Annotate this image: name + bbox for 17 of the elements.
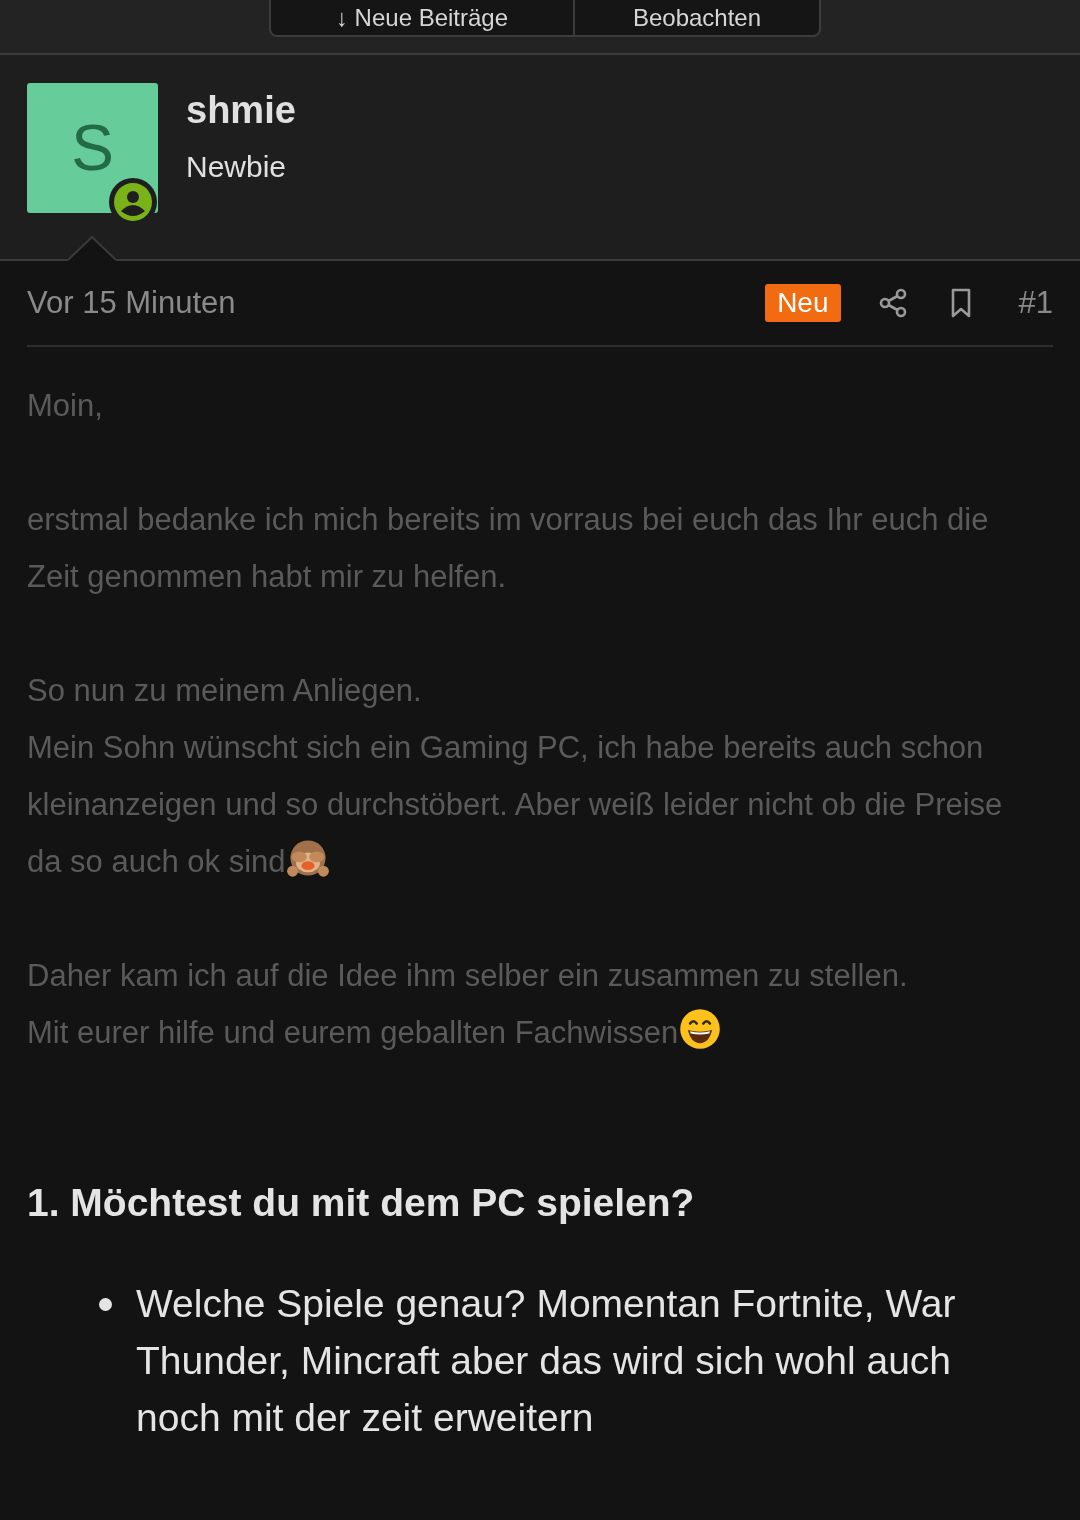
paragraph: Mein Sohn wünscht sich ein Gaming PC, ich habe bereits auch schon kleinanzeigen und so durchstöbert. Aber weiß leider nicht ob die Preise da so auch ok sind bbox=[27, 729, 1004, 882]
list-item-text: Welche Spiele genau? Momentan Fortnite, War Thunder, Mincraft aber das wird sich wohl auch noch mit der zeit erweitern bbox=[136, 1281, 957, 1441]
watch-button[interactable]: Beobachten bbox=[575, 0, 821, 37]
user-rank: Newbie bbox=[186, 150, 288, 184]
post-time[interactable]: Vor 15 Minuten bbox=[27, 285, 766, 321]
paragraph: So nun zu meinem Anliegen. bbox=[27, 672, 423, 710]
smiley-icon bbox=[678, 1007, 723, 1051]
new-posts-button[interactable]: ↓ Neue Beiträge bbox=[269, 0, 575, 37]
paragraph: erstmal bedanke ich mich bereits im vorraus bei euch das Ihr euch die Zeit genommen habt mir zu helfen. bbox=[27, 501, 990, 596]
paragraph: Daher kam ich auf die Idee ihm selber ein zusammen zu stellen. bbox=[27, 957, 909, 995]
new-label: Neu bbox=[765, 284, 841, 322]
post-number[interactable]: #1 bbox=[1018, 285, 1053, 321]
username[interactable]: shmie bbox=[186, 89, 296, 132]
bullet-icon bbox=[99, 1298, 112, 1311]
paragraph: Moin, bbox=[27, 387, 104, 425]
paragraph: Mit eurer hilfe und eurem geballten Fachwissen bbox=[27, 1004, 1027, 1061]
section-heading: 1. Möchtest du mit dem PC spielen? bbox=[27, 1181, 696, 1225]
